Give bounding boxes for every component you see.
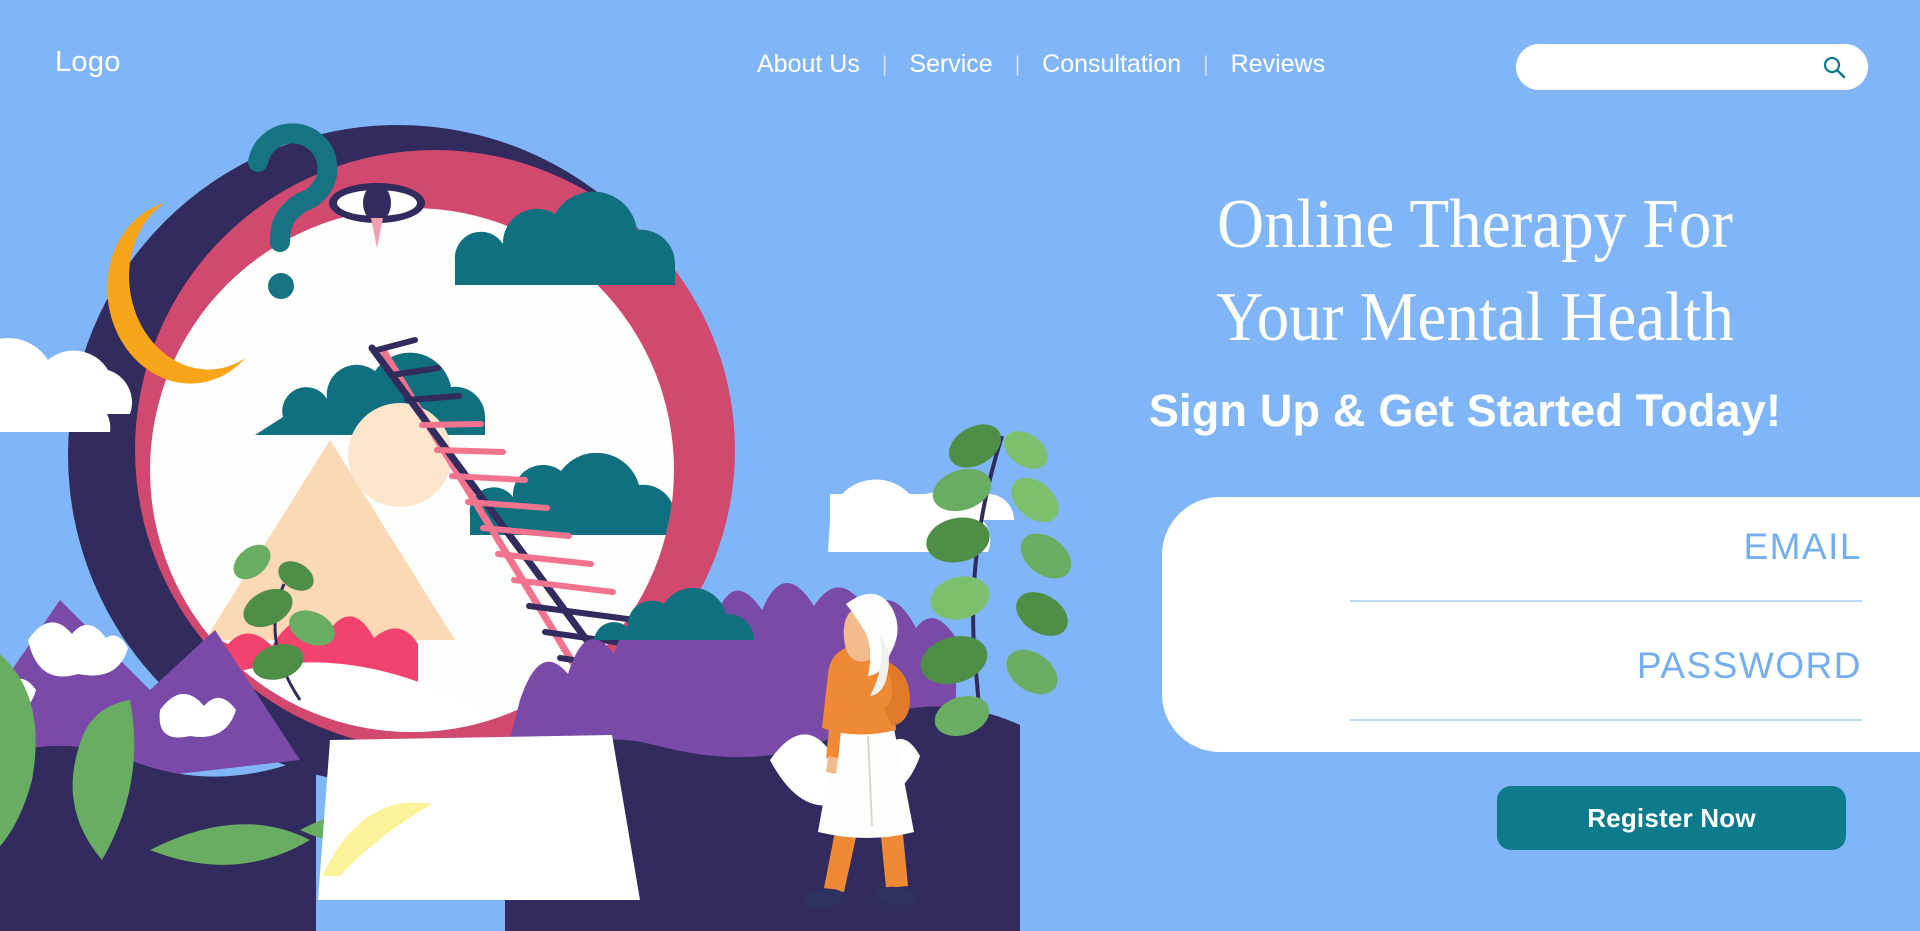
- password-label: PASSWORD: [1636, 645, 1862, 686]
- headline-line-2: Your Mental Health: [1216, 279, 1734, 356]
- landing-page: Logo About Us | Service | Consultation |…: [0, 0, 1920, 931]
- headline-line-1: Online Therapy For: [1217, 186, 1733, 263]
- white-trapezoid: [318, 735, 640, 900]
- email-input[interactable]: [1350, 568, 1862, 602]
- search-input[interactable]: [1540, 44, 1808, 90]
- email-label: EMAIL: [1743, 526, 1862, 567]
- page-subtitle: Sign Up & Get Started Today!: [1148, 385, 1782, 436]
- hero-illustration: [0, 123, 1072, 931]
- search-icon[interactable]: [1822, 55, 1846, 79]
- search-bar[interactable]: [1516, 44, 1868, 90]
- peach-sun: [348, 403, 452, 507]
- snow-cap-left-a: [28, 622, 128, 677]
- signup-form: EMAIL PASSWORD: [1162, 497, 1920, 752]
- password-field-group: PASSWORD: [1350, 645, 1862, 721]
- nav-item-service[interactable]: Service: [887, 50, 1014, 79]
- nav-separator: |: [1014, 52, 1021, 76]
- email-field-group: EMAIL: [1350, 526, 1862, 602]
- question-mark-dot: [268, 273, 294, 299]
- nav-separator: |: [881, 52, 888, 76]
- hand: [826, 756, 838, 774]
- password-input[interactable]: [1350, 687, 1862, 721]
- nav-separator: |: [1203, 52, 1209, 76]
- nav-item-consultation[interactable]: Consultation: [1020, 50, 1203, 79]
- site-logo[interactable]: Logo: [55, 46, 121, 79]
- page-title: Online Therapy For Your Mental Health: [1122, 178, 1829, 364]
- nav-item-about-us[interactable]: About Us: [735, 50, 882, 79]
- nav-links: About Us | Service | Consultation | Revi…: [735, 50, 1347, 79]
- register-now-button[interactable]: Register Now: [1497, 786, 1846, 850]
- nav-item-reviews[interactable]: Reviews: [1209, 50, 1347, 79]
- top-navigation: Logo About Us | Service | Consultation |…: [0, 0, 1920, 120]
